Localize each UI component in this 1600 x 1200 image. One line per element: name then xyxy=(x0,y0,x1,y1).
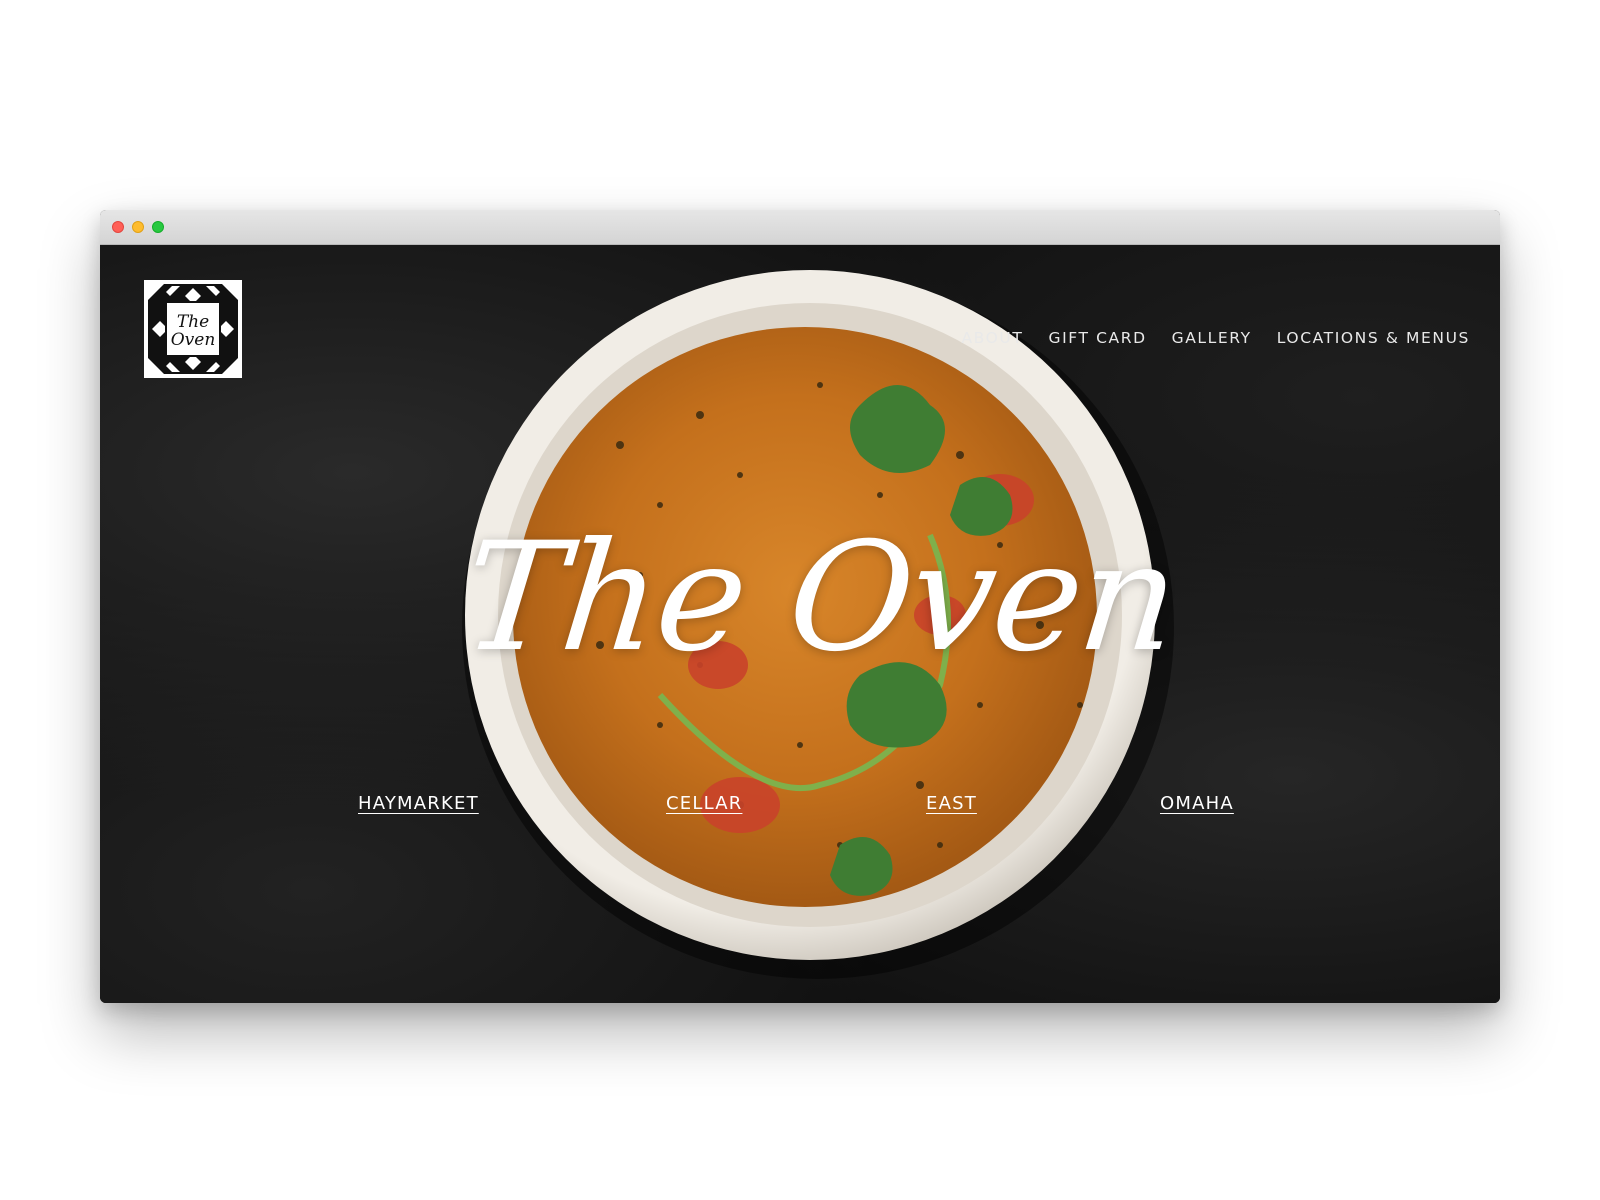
title-bar xyxy=(100,210,1500,245)
page-viewport: The Oven ABOUT GIFT CARD GALLERY LOCATIO… xyxy=(100,245,1500,1003)
zoom-window-button[interactable] xyxy=(152,221,164,233)
svg-text:Oven: Oven xyxy=(171,330,216,350)
location-omaha-link[interactable]: OMAHA xyxy=(1160,793,1234,814)
nav-about-link[interactable]: ABOUT xyxy=(961,329,1023,347)
close-window-button[interactable] xyxy=(112,221,124,233)
nav-locations-menus-link[interactable]: LOCATIONS & MENUS xyxy=(1277,329,1470,347)
browser-window: The Oven ABOUT GIFT CARD GALLERY LOCATIO… xyxy=(100,210,1500,1003)
main-nav: ABOUT GIFT CARD GALLERY LOCATIONS & MENU… xyxy=(961,329,1470,347)
location-haymarket-link[interactable]: HAYMARKET xyxy=(358,793,479,814)
nav-gift-card-link[interactable]: GIFT CARD xyxy=(1048,329,1146,347)
the-oven-logo[interactable]: The Oven xyxy=(144,280,242,378)
nav-gallery-link[interactable]: GALLERY xyxy=(1172,329,1252,347)
minimize-window-button[interactable] xyxy=(132,221,144,233)
hero-title: The Oven xyxy=(455,511,1185,685)
location-east-link[interactable]: EAST xyxy=(926,793,977,814)
svg-text:The: The xyxy=(177,312,209,332)
location-cellar-link[interactable]: CELLAR xyxy=(666,793,742,814)
